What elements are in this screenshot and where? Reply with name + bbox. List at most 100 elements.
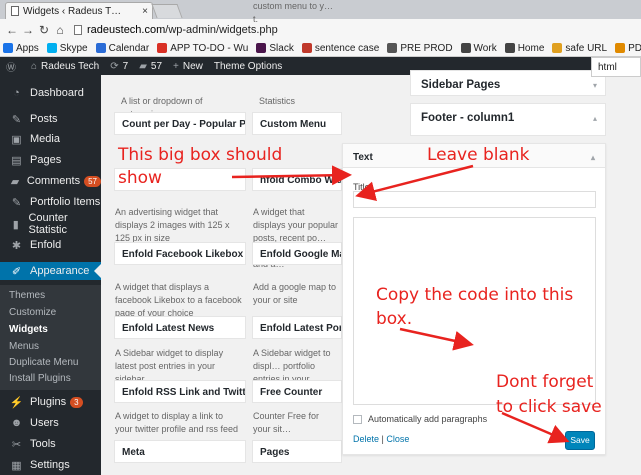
bookmark-item[interactable]: safe URL [552,43,607,54]
submenu-item-themes[interactable]: Themes [9,290,45,301]
close-link[interactable]: Close [386,434,409,444]
appearance-submenu: Themes Customize Widgets Menus Duplicate Men… [0,285,101,390]
sidebar-item-label: Tools [30,438,56,450]
sidebar-item-portfolio-items[interactable]: ✎ Portfolio Items [0,193,101,211]
sidebar-item-settings[interactable]: ▦ Settings [0,456,101,474]
sidebar-item-tools[interactable]: ✂ Tools [0,435,101,453]
bookmark-item[interactable]: PRE PROD [387,42,453,54]
sidebar-item-dashboard[interactable]: ◔ Dashboard [0,84,101,102]
widget-item[interactable]: Enfold RSS Link and Twitter… [114,380,246,403]
browser-tab[interactable]: Widgets ‹ Radeus T… × [5,2,153,19]
annotation-copy-code-2: box. [376,309,413,329]
autocomplete-dropdown[interactable]: html [591,57,641,77]
sidebar-item-comments[interactable]: ▰ Comments 57 [0,172,101,190]
apps-grid-icon [3,43,13,53]
bookmark-item[interactable]: APP TO-DO - Wu [157,43,248,54]
widget-item[interactable]: Enfold Latest Portfoli [252,316,342,339]
bookmark-item[interactable]: Skype [46,43,88,54]
submenu-item-customize[interactable]: Customize [9,307,56,318]
sidebar-item-counter-statistic[interactable]: ▮ Counter Statistic [0,212,101,236]
admin-sidebar: Themes Customize Widgets Menus Duplicate Men… [0,75,101,475]
comments-link[interactable]: ▰ 57 [139,61,162,72]
link-separator: | [381,434,384,444]
bookmark-label: APP TO-DO - Wu [170,42,249,54]
collapse-arrow-icon[interactable]: ▾ [593,81,597,90]
bar-chart-icon: ▮ [12,218,19,231]
close-tab-icon[interactable]: × [142,6,148,17]
bookmark-label: sentence case [314,42,380,54]
footer-column1-area[interactable]: Footer - column1 ▴ [410,103,606,136]
back-icon[interactable]: ← [4,23,20,37]
submenu-item-duplicate-menu[interactable]: Duplicate Menu [9,357,78,368]
widget-item[interactable]: nfold Combo Widget [252,168,342,191]
bookmark-item[interactable]: Calendar [95,43,149,54]
widget-item[interactable]: Pages [252,440,342,463]
widget-item[interactable]: Enfold Google Maps W [252,242,342,265]
new-tab-button[interactable] [151,4,183,18]
new-content-link[interactable]: + New [173,61,203,72]
count-badge: 3 [70,396,83,408]
page-info-icon[interactable] [74,24,82,35]
collapse-arrow-icon[interactable]: ▴ [593,114,597,123]
submenu-item-install-plugins[interactable]: Install Plugins [9,373,71,384]
wordpress-logo-icon[interactable]: Ⓦ [6,59,20,74]
sidebar-item-label: Plugins [30,396,67,408]
sidebar-pages-area[interactable]: Sidebar Pages ▾ [410,70,606,96]
sidebar-item-label: Portfolio Items [30,196,101,208]
widget-item[interactable]: Free Counter [252,380,342,403]
widget-item[interactable]: Custom Menu [252,112,342,135]
reload-icon[interactable]: ↻ [36,23,52,37]
title-input[interactable] [353,191,596,208]
bookmark-item[interactable]: Work [460,43,497,54]
site-name-link[interactable]: ⌂ Radeus Tech [31,61,99,72]
settings-icon: ▦ [11,459,22,472]
home-icon[interactable]: ⌂ [52,23,68,37]
auto-paragraphs-option[interactable]: Automatically add paragraphs [353,414,487,424]
sidebar-item-appearance[interactable]: ✐ Appearance [0,262,101,280]
widget-item[interactable]: Enfold Facebook Likebox [114,242,246,265]
comment-icon: ▰ [139,60,147,72]
gear-icon: ✱ [11,239,22,252]
sidebar-item-label: Comments [26,175,81,187]
annotation-save-2: to click save [496,397,602,417]
auto-paragraphs-checkbox[interactable] [353,414,362,424]
skype-icon [46,43,57,53]
widget-item[interactable]: Count per Day - Popular Pos… [114,112,246,135]
sidebar-item-label: Pages [30,154,62,166]
sidebar-item-media[interactable]: ▣ Media [0,130,101,148]
bookmark-item[interactable]: Slack [256,43,294,54]
comment-icon: ▰ [10,175,20,188]
sidebar-item-users[interactable]: ☻ Users [0,414,101,432]
widget-item[interactable]: Enfold Latest News [114,316,246,339]
save-button[interactable]: Save [565,431,595,450]
theme-options-link[interactable]: Theme Options [214,61,282,72]
forward-icon[interactable]: → [20,23,36,37]
submenu-item-menus[interactable]: Menus [9,341,39,352]
sidebar-item-enfold[interactable]: ✱ Enfold [0,236,101,254]
bookmark-item[interactable]: Apps [3,43,39,54]
new-label: New [182,60,203,72]
site-name: Radeus Tech [41,60,100,72]
submenu-item-widgets[interactable]: Widgets [9,324,48,335]
sidebar-item-plugins[interactable]: ⚡ Plugins 3 [0,393,101,411]
collapse-arrow-icon[interactable]: ▴ [591,153,595,162]
widget-item[interactable]: Meta [114,440,246,463]
updates-link[interactable]: ⟳ 7 [110,61,128,72]
page-icon [11,6,19,16]
bookmark-item[interactable]: sentence case [301,42,380,54]
slack-icon [256,43,267,53]
delete-link[interactable]: Delete [353,434,379,444]
widget-description: A widget that displays a facebook Likebo… [115,282,242,318]
pin-icon: ✎ [11,196,22,209]
sidebar-item-pages[interactable]: ▤ Pages [0,151,101,169]
bookmark-item[interactable]: PDF Converter [615,43,641,54]
bookmark-item[interactable]: Home [504,43,544,54]
dashboard-icon: ◔ [13,87,20,99]
bookmark-label: Apps [16,42,39,54]
brush-icon: ✐ [11,265,22,278]
bookmark-label: PRE PROD [400,42,453,54]
address-bar[interactable]: radeustech.com/wp-admin/widgets.php [87,24,278,36]
sidebar-item-posts[interactable]: ✎ Posts [0,110,101,128]
url-host: radeustech.com [87,23,166,36]
sidebar-item-label: Appearance [30,265,90,277]
